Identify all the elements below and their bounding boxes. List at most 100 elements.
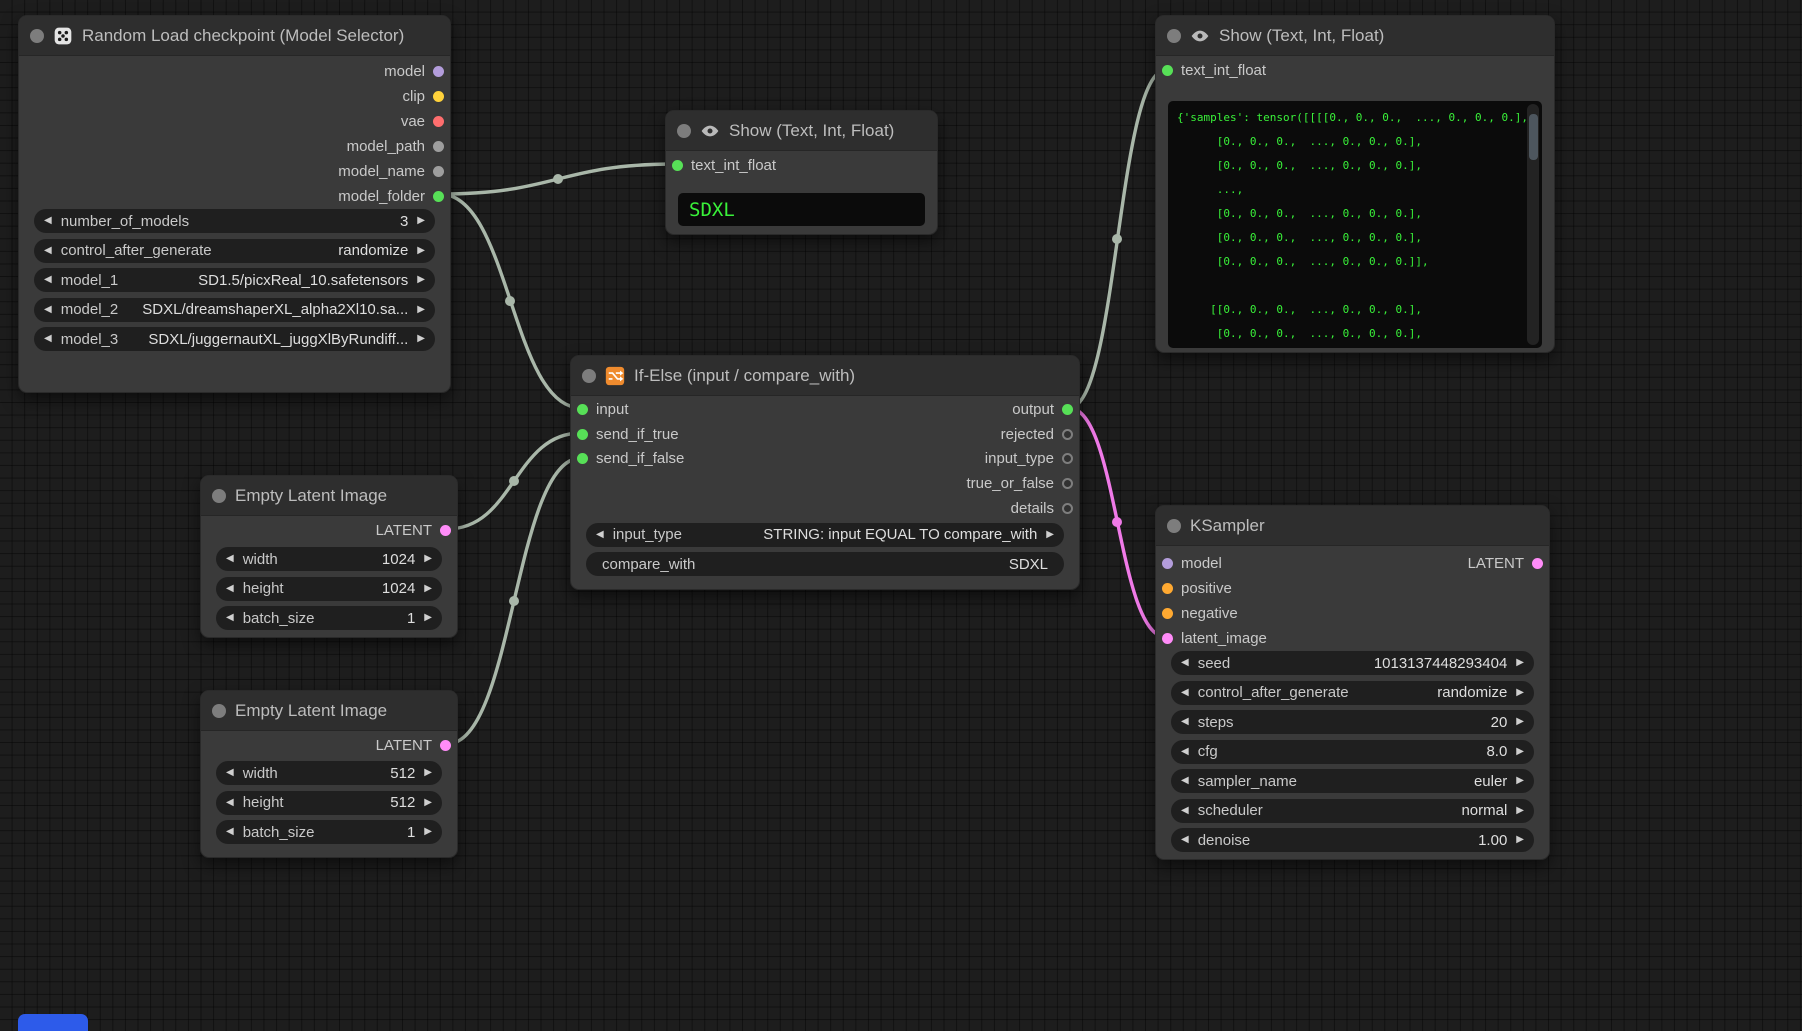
widget-height[interactable]: ◀ height 512 ▶ (216, 791, 442, 815)
offscreen-node-header[interactable] (18, 1014, 88, 1031)
node-header[interactable]: Empty Latent Image (201, 476, 457, 516)
node-header[interactable]: If-Else (input / compare_with) (571, 356, 1079, 396)
arrow-left-icon[interactable]: ◀ (226, 554, 234, 564)
widget-compare-with[interactable]: compare_with SDXL (586, 552, 1064, 576)
node-show-text-small[interactable]: Show (Text, Int, Float) text_int_float S… (665, 110, 938, 235)
arrow-right-icon[interactable]: ▶ (1516, 806, 1524, 816)
node-graph-canvas[interactable]: Random Load checkpoint (Model Selector) … (0, 0, 1802, 1031)
output-dot-input-type[interactable] (1062, 453, 1073, 464)
arrow-left-icon[interactable]: ◀ (44, 334, 52, 344)
input-dot-send-if-false[interactable] (577, 453, 588, 464)
node-header[interactable]: KSampler (1156, 506, 1549, 546)
node-show-text-large[interactable]: Show (Text, Int, Float) text_int_float {… (1155, 15, 1555, 353)
arrow-right-icon[interactable]: ▶ (424, 798, 432, 808)
node-header[interactable]: Show (Text, Int, Float) (666, 111, 937, 151)
widget-denoise[interactable]: ◀ denoise 1.00 ▶ (1171, 828, 1534, 852)
collapse-toggle[interactable] (212, 704, 226, 718)
arrow-left-icon[interactable]: ◀ (226, 613, 234, 623)
arrow-left-icon[interactable]: ◀ (226, 584, 234, 594)
arrow-right-icon[interactable]: ▶ (1516, 776, 1524, 786)
output-dot-true-or-false[interactable] (1062, 478, 1073, 489)
node-random-load-checkpoint[interactable]: Random Load checkpoint (Model Selector) … (18, 15, 451, 393)
output-dot-latent[interactable] (440, 525, 451, 536)
arrow-left-icon[interactable]: ◀ (44, 246, 52, 256)
output-dot-output[interactable] (1062, 404, 1073, 415)
arrow-right-icon[interactable]: ▶ (1046, 530, 1054, 540)
output-dot-clip[interactable] (433, 91, 444, 102)
widget-width[interactable]: ◀ width 512 ▶ (216, 761, 442, 785)
arrow-left-icon[interactable]: ◀ (226, 827, 234, 837)
widget-batch-size[interactable]: ◀ batch_size 1 ▶ (216, 820, 442, 844)
arrow-left-icon[interactable]: ◀ (44, 216, 52, 226)
arrow-right-icon[interactable]: ▶ (1516, 835, 1524, 845)
widget-model-1[interactable]: ◀ model_1 SD1.5/picxReal_10.safetensors … (34, 268, 435, 292)
widget-number-of-models[interactable]: ◀ number_of_models 3 ▶ (34, 209, 435, 233)
node-empty-latent-image-b[interactable]: Empty Latent Image LATENT ◀ width 512 ▶ … (200, 690, 458, 858)
node-empty-latent-image-a[interactable]: Empty Latent Image LATENT ◀ width 1024 ▶… (200, 475, 458, 638)
widget-model-2[interactable]: ◀ model_2 SDXL/dreamshaperXL_alpha2Xl10.… (34, 298, 435, 322)
output-dot-model-name[interactable] (433, 166, 444, 177)
arrow-right-icon[interactable]: ▶ (417, 334, 425, 344)
input-dot-negative[interactable] (1162, 608, 1173, 619)
arrow-right-icon[interactable]: ▶ (417, 216, 425, 226)
widget-height[interactable]: ◀ height 1024 ▶ (216, 577, 442, 601)
output-dot-latent[interactable] (1532, 558, 1543, 569)
widget-steps[interactable]: ◀ steps 20 ▶ (1171, 710, 1534, 734)
output-dot-model-folder[interactable] (433, 191, 444, 202)
collapse-toggle[interactable] (212, 489, 226, 503)
widget-input-type[interactable]: ◀ input_type STRING: input EQUAL TO comp… (586, 523, 1064, 547)
output-dot-details[interactable] (1062, 503, 1073, 514)
arrow-left-icon[interactable]: ◀ (1181, 806, 1189, 816)
widget-model-3[interactable]: ◀ model_3 SDXL/juggernautXL_juggXlByRund… (34, 327, 435, 351)
collapse-toggle[interactable] (1167, 29, 1181, 43)
collapse-toggle[interactable] (30, 29, 44, 43)
arrow-right-icon[interactable]: ▶ (417, 305, 425, 315)
output-dot-latent[interactable] (440, 740, 451, 751)
scrollbar-thumb[interactable] (1529, 114, 1538, 160)
node-header[interactable]: Random Load checkpoint (Model Selector) (19, 16, 450, 56)
arrow-left-icon[interactable]: ◀ (1181, 747, 1189, 757)
widget-cfg[interactable]: ◀ cfg 8.0 ▶ (1171, 740, 1534, 764)
node-header[interactable]: Empty Latent Image (201, 691, 457, 731)
input-dot-model[interactable] (1162, 558, 1173, 569)
scrollbar[interactable] (1527, 104, 1539, 345)
arrow-left-icon[interactable]: ◀ (226, 798, 234, 808)
arrow-left-icon[interactable]: ◀ (1181, 835, 1189, 845)
arrow-right-icon[interactable]: ▶ (1516, 688, 1524, 698)
arrow-right-icon[interactable]: ▶ (417, 246, 425, 256)
arrow-left-icon[interactable]: ◀ (1181, 717, 1189, 727)
arrow-left-icon[interactable]: ◀ (44, 275, 52, 285)
input-dot-send-if-true[interactable] (577, 429, 588, 440)
arrow-left-icon[interactable]: ◀ (44, 305, 52, 315)
widget-control-after-generate[interactable]: ◀ control_after_generate randomize ▶ (34, 239, 435, 263)
output-dot-model[interactable] (433, 66, 444, 77)
collapse-toggle[interactable] (582, 369, 596, 383)
widget-width[interactable]: ◀ width 1024 ▶ (216, 547, 442, 571)
arrow-left-icon[interactable]: ◀ (1181, 776, 1189, 786)
input-dot-text-int-float[interactable] (672, 160, 683, 171)
node-header[interactable]: Show (Text, Int, Float) (1156, 16, 1554, 56)
text-output-display[interactable]: {'samples': tensor([[[[0., 0., 0., ..., … (1168, 101, 1542, 348)
arrow-right-icon[interactable]: ▶ (424, 613, 432, 623)
input-dot-positive[interactable] (1162, 583, 1173, 594)
output-dot-vae[interactable] (433, 116, 444, 127)
arrow-left-icon[interactable]: ◀ (1181, 688, 1189, 698)
arrow-right-icon[interactable]: ▶ (1516, 658, 1524, 668)
arrow-left-icon[interactable]: ◀ (226, 768, 234, 778)
input-dot-input[interactable] (577, 404, 588, 415)
arrow-right-icon[interactable]: ▶ (424, 584, 432, 594)
input-dot-latent-image[interactable] (1162, 633, 1173, 644)
widget-seed[interactable]: ◀ seed 1013137448293404 ▶ (1171, 651, 1534, 675)
arrow-right-icon[interactable]: ▶ (417, 275, 425, 285)
arrow-left-icon[interactable]: ◀ (596, 530, 604, 540)
arrow-right-icon[interactable]: ▶ (424, 768, 432, 778)
widget-sampler-name[interactable]: ◀ sampler_name euler ▶ (1171, 769, 1534, 793)
arrow-left-icon[interactable]: ◀ (1181, 658, 1189, 668)
collapse-toggle[interactable] (1167, 519, 1181, 533)
widget-batch-size[interactable]: ◀ batch_size 1 ▶ (216, 606, 442, 630)
arrow-right-icon[interactable]: ▶ (1516, 747, 1524, 757)
arrow-right-icon[interactable]: ▶ (424, 827, 432, 837)
output-dot-rejected[interactable] (1062, 429, 1073, 440)
node-if-else[interactable]: If-Else (input / compare_with) input sen… (570, 355, 1080, 590)
output-dot-model-path[interactable] (433, 141, 444, 152)
